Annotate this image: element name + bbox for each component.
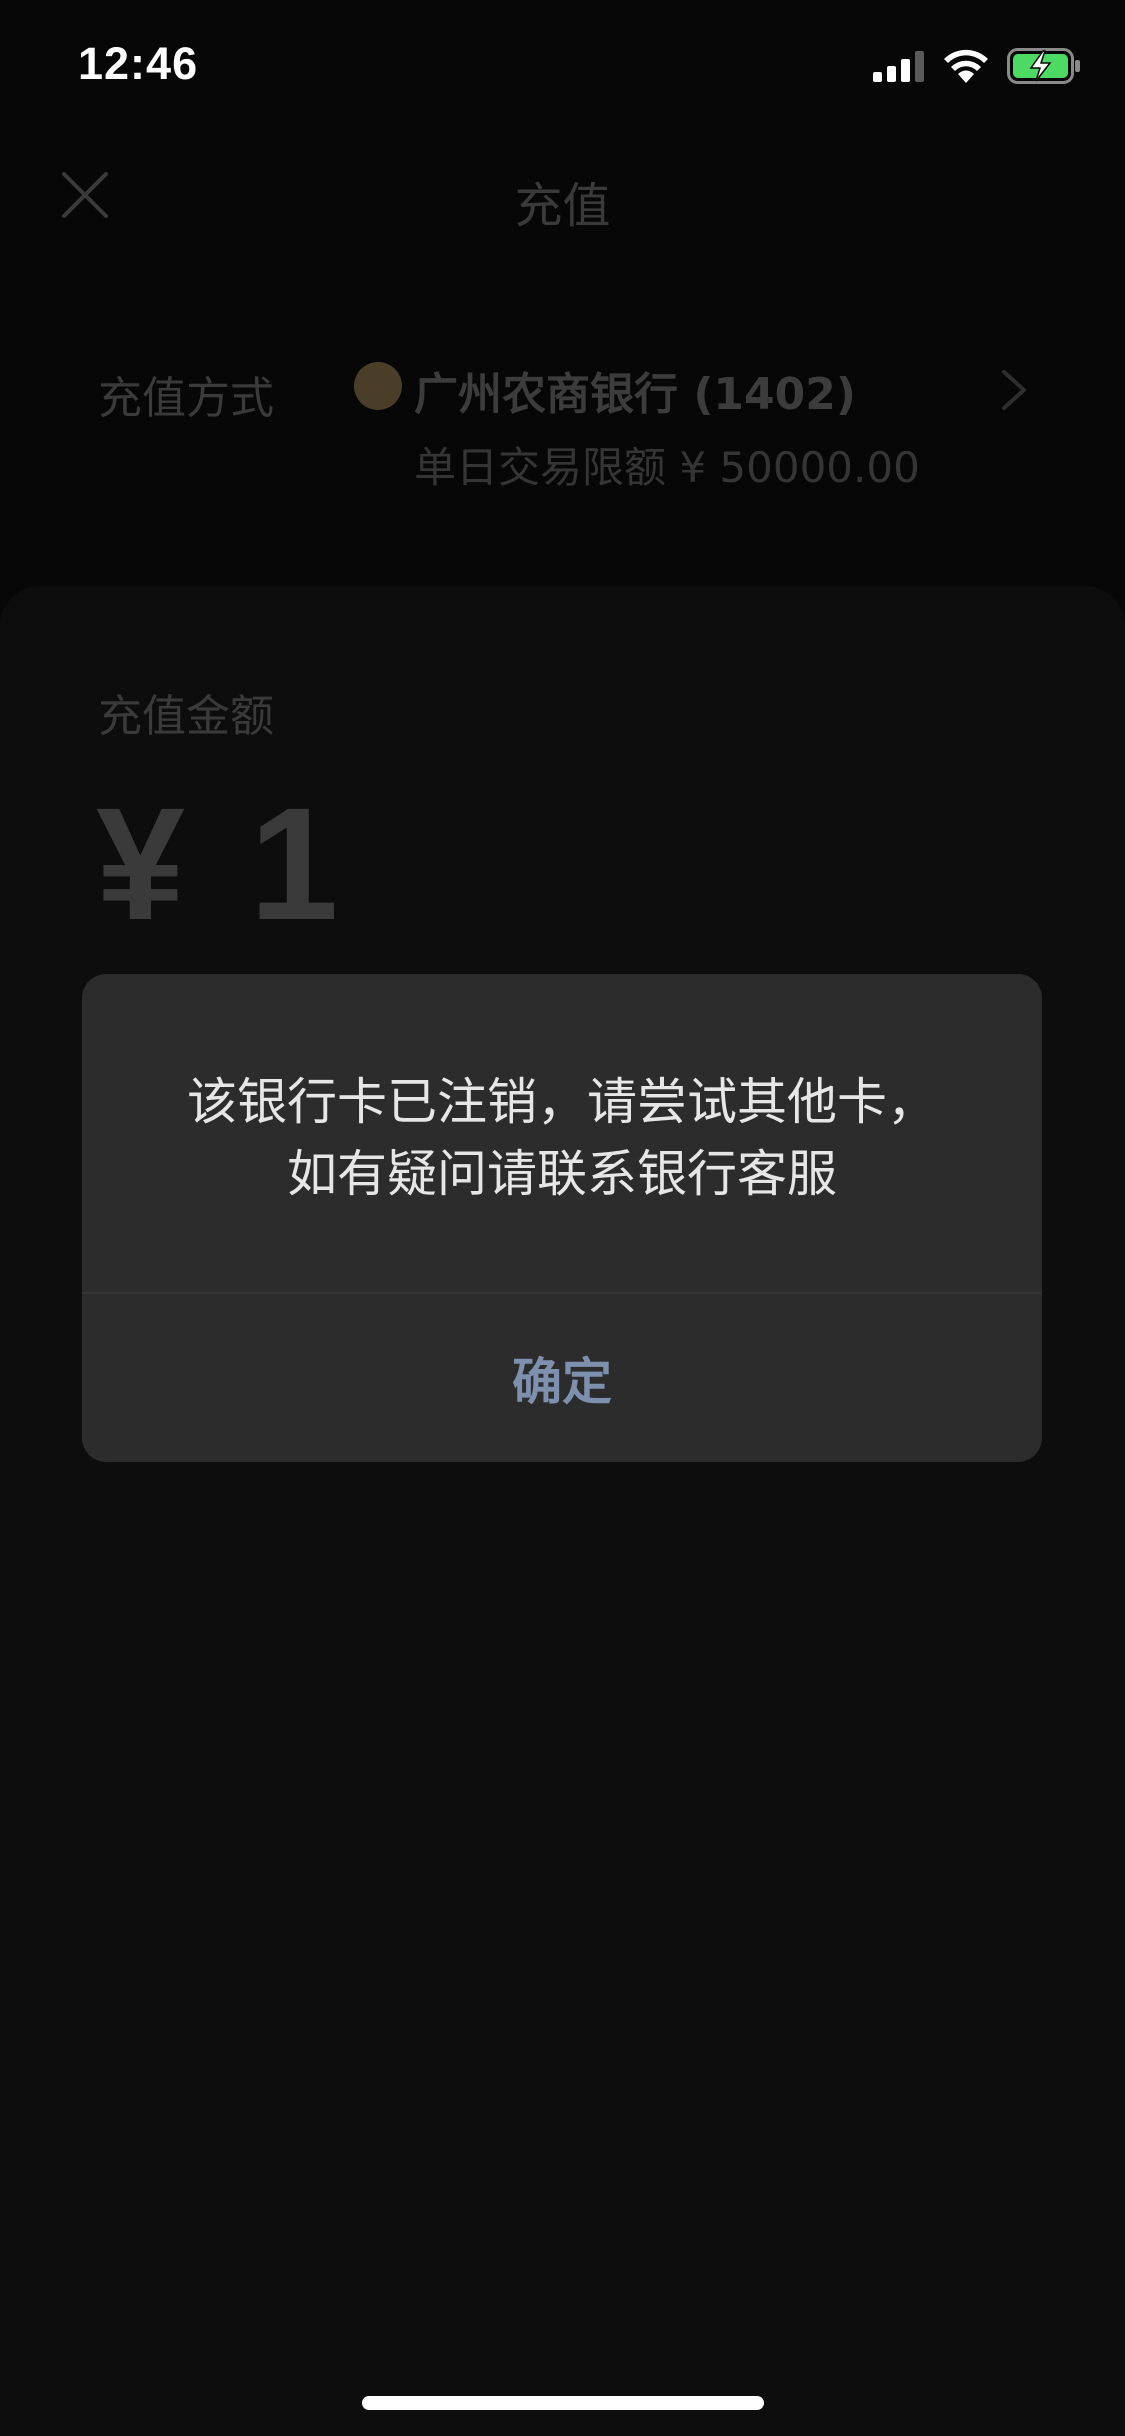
recharge-screen: 12:46 充值 充值方式 广州农商银行 (1402) 单日交易限额 ¥ 500… xyxy=(0,0,1125,2436)
dialog-message-line: 如有疑问请联系银行客服 xyxy=(287,1145,837,1203)
alert-dialog: 该银行卡已注销，请尝试其他卡， 如有疑问请联系银行客服 确定 xyxy=(82,974,1042,1462)
bank-card-name[interactable]: 广州农商银行 (1402) xyxy=(414,358,856,422)
page-title: 充值 xyxy=(514,178,611,234)
status-time: 12:46 xyxy=(78,38,199,89)
confirm-button[interactable]: 确定 xyxy=(82,1294,1042,1462)
home-indicator[interactable] xyxy=(362,2396,764,2410)
wifi-icon xyxy=(944,49,988,83)
status-icons xyxy=(873,48,1081,84)
amount-label: 充值金额 xyxy=(98,691,274,742)
payment-method-label: 充值方式 xyxy=(98,373,274,424)
bank-logo-icon xyxy=(354,362,402,410)
signal-icon xyxy=(873,51,924,82)
amount-input[interactable]: ¥ 1 xyxy=(96,772,348,956)
daily-limit-text: 单日交易限额 ¥ 50000.00 xyxy=(414,443,920,492)
chevron-right-icon[interactable] xyxy=(996,368,1032,412)
dialog-message: 该银行卡已注销，请尝试其他卡， 如有疑问请联系银行客服 xyxy=(122,1066,1002,1210)
battery-charging-icon xyxy=(1007,48,1080,84)
status-bar: 12:46 xyxy=(0,0,1125,140)
dialog-message-line: 该银行卡已注销，请尝试其他卡， xyxy=(187,1073,937,1131)
